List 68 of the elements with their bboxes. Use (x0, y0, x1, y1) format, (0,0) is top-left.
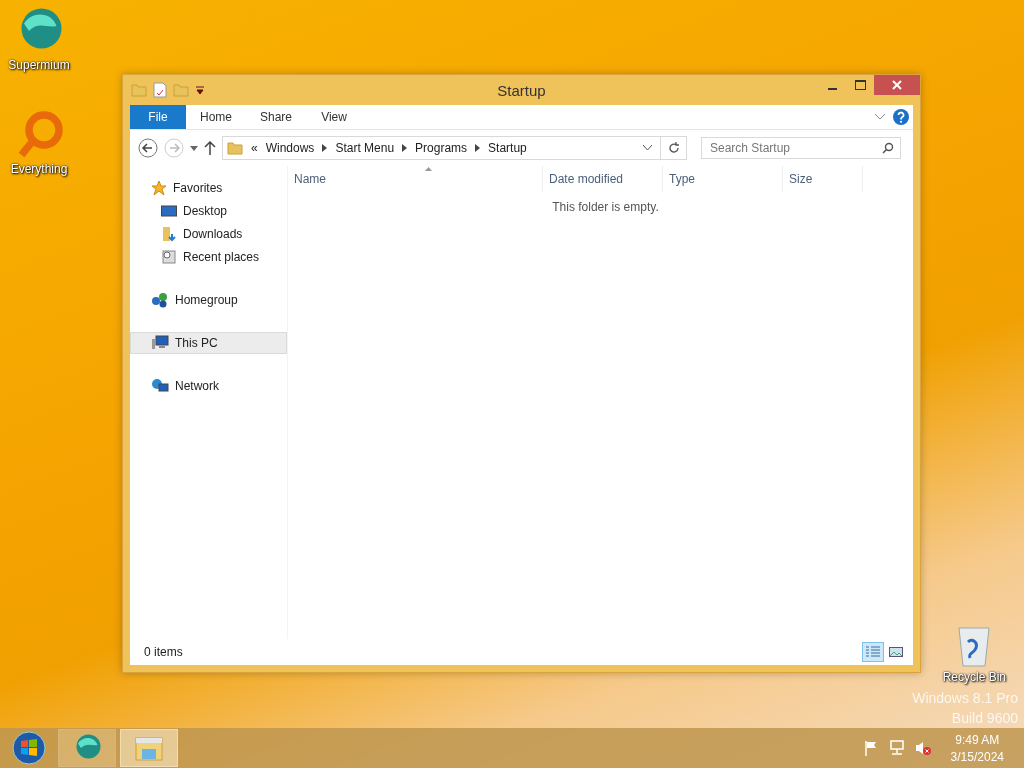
chevron-icon (322, 144, 328, 152)
help-icon[interactable] (893, 109, 909, 125)
history-dropdown-icon[interactable] (643, 145, 652, 151)
file-menu-tab[interactable]: File (130, 105, 186, 129)
monitor-icon (161, 203, 177, 219)
shortcut-label: Recycle Bin (942, 670, 1006, 684)
search-field[interactable]: Search Startup (701, 137, 901, 159)
shortcut-label: Supermium (8, 58, 70, 72)
shortcut-label: Everything (10, 162, 68, 176)
star-icon (151, 180, 167, 196)
file-explorer-icon (134, 734, 164, 762)
windows-logo-icon (12, 731, 46, 765)
column-header[interactable]: Date modified (543, 166, 663, 192)
column-header[interactable]: Name (288, 166, 543, 192)
window-title: Startup (497, 81, 546, 99)
search-icon (882, 142, 894, 154)
computer-icon (151, 335, 169, 351)
properties-icon[interactable] (153, 82, 167, 98)
maximize-icon (854, 80, 866, 90)
breadcrumb[interactable]: Windows (265, 141, 315, 155)
sort-arrow-icon (425, 167, 432, 171)
ribbon-tab[interactable]: Home (186, 105, 246, 129)
os-build-text: Build 9600 (951, 710, 1018, 726)
close-button[interactable] (874, 75, 920, 95)
flag-icon[interactable] (862, 740, 879, 756)
large-icons-view-icon (889, 646, 903, 658)
taskbar-app[interactable] (58, 729, 116, 767)
up-arrow-icon (204, 141, 216, 155)
chevron-icon (402, 144, 408, 152)
back-button[interactable] (138, 138, 158, 158)
folder-icon (227, 140, 243, 156)
chevron-icon (475, 144, 481, 152)
breadcrumb[interactable]: Start Menu (335, 141, 395, 155)
navigation-item[interactable]: This PC (130, 332, 287, 354)
dropdown-icon[interactable] (195, 85, 205, 95)
address-bar[interactable]: « Windows Start Menu Programs Startup (222, 136, 687, 160)
expand-ribbon-icon[interactable] (875, 114, 885, 120)
folder-icon (131, 82, 147, 98)
navigation-item[interactable]: Downloads (130, 223, 287, 245)
recycle-bin-icon (956, 624, 993, 668)
new-folder-icon (173, 82, 189, 98)
item-count: 0 items (144, 645, 183, 659)
navigation-item[interactable]: Favorites (130, 177, 287, 199)
navigation-item[interactable]: Desktop (130, 200, 287, 222)
minimize-icon (827, 87, 837, 90)
recent-locations-button[interactable] (190, 145, 198, 151)
overflow-crumb[interactable]: « (251, 141, 258, 155)
refresh-icon (667, 142, 680, 154)
download-folder-icon (161, 226, 177, 242)
column-header[interactable]: Type (663, 166, 783, 192)
navigation-item[interactable]: Recent places (130, 246, 287, 268)
ribbon-tab[interactable]: View (306, 105, 363, 129)
column-header[interactable]: Size (783, 166, 863, 192)
navigation-item[interactable]: Homegroup (130, 289, 287, 311)
muted-speaker-icon[interactable] (914, 740, 931, 756)
breadcrumb[interactable]: Startup (488, 141, 527, 155)
empty-folder-message: This folder is empty. (552, 200, 659, 214)
homegroup-icon (151, 292, 169, 308)
network-icon (151, 378, 169, 394)
caret-icon (190, 145, 198, 151)
details-view-icon (866, 646, 880, 658)
breadcrumb[interactable]: Programs (415, 141, 468, 155)
ribbon-tab[interactable]: Share (246, 105, 307, 129)
recent-places-icon (161, 249, 177, 265)
os-build-text: Windows 8.1 Pro (912, 690, 1018, 706)
up-button[interactable] (204, 141, 216, 155)
close-icon (892, 80, 902, 90)
navigation-item[interactable]: Network (130, 375, 287, 397)
